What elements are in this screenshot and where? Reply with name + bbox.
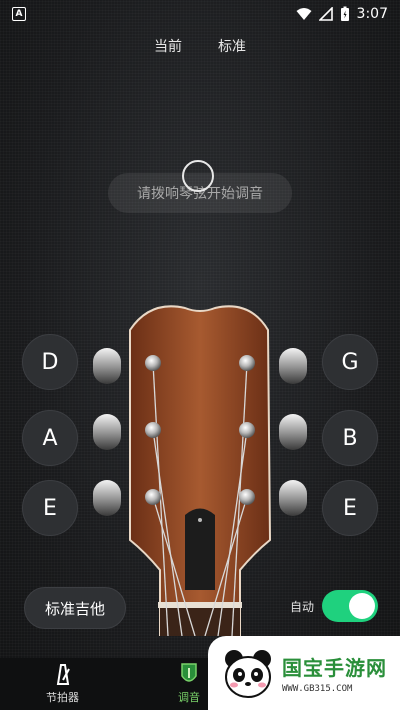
- nav-metronome-label: 节拍器: [46, 691, 79, 704]
- tuner-icon: [178, 662, 200, 686]
- auto-mode-toggle[interactable]: [322, 590, 378, 622]
- status-bar: A 3:07: [0, 0, 400, 28]
- metronome-icon: [52, 662, 74, 686]
- string-button-high-e[interactable]: E: [322, 480, 378, 536]
- panda-logo-icon: [225, 650, 271, 698]
- tuning-mode-tabs: 当前 标准: [0, 36, 400, 56]
- string-button-b[interactable]: B: [322, 410, 378, 466]
- wifi-icon: [296, 8, 312, 20]
- tuner-pegs-left: [93, 348, 121, 516]
- nav-tuner[interactable]: 调音: [178, 662, 200, 705]
- string-button-a[interactable]: A: [22, 410, 78, 466]
- auto-mode-label: 自动: [290, 600, 315, 614]
- tuning-preset-button[interactable]: 标准吉他: [24, 587, 126, 629]
- battery-icon: [340, 6, 349, 21]
- tab-standard[interactable]: 标准: [218, 36, 246, 56]
- string-button-g[interactable]: G: [322, 334, 378, 390]
- string-button-low-e[interactable]: E: [22, 480, 78, 536]
- clock: 3:07: [356, 6, 388, 22]
- signal-icon: [318, 7, 333, 21]
- tuner-pegs-right: [279, 348, 307, 516]
- notification-icon: A: [12, 7, 26, 21]
- nav-tuner-label: 调音: [178, 691, 200, 704]
- site-watermark: 国宝手游网 WWW.GB315.COM: [208, 636, 400, 710]
- nav-metronome[interactable]: 节拍器: [46, 662, 79, 705]
- tab-current[interactable]: 当前: [154, 36, 182, 56]
- tuning-pointer: [182, 160, 214, 192]
- watermark-url: WWW.GB315.COM: [282, 684, 353, 694]
- watermark-title: 国宝手游网: [282, 656, 387, 680]
- string-button-d[interactable]: D: [22, 334, 78, 390]
- toggle-knob: [349, 593, 375, 619]
